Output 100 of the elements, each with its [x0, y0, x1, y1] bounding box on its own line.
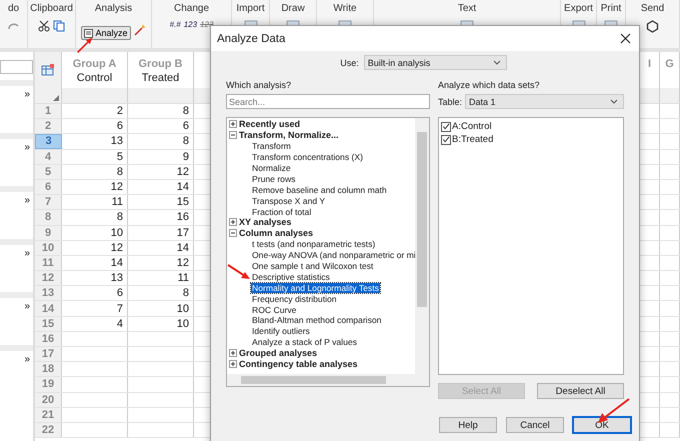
- tree-item[interactable]: One-way ANOVA (and nonparametric or mi: [251, 250, 417, 260]
- hexagon-icon[interactable]: [646, 20, 659, 33]
- tree-category[interactable]: Recently used: [239, 119, 300, 130]
- dataset-label: A:Control: [452, 121, 492, 132]
- table-dropdown[interactable]: Data 1: [465, 94, 624, 109]
- tree-category[interactable]: Contingency table analyses: [239, 359, 358, 370]
- ribbon-group-label: Text: [458, 3, 476, 14]
- tree-item[interactable]: Identify outliers: [251, 326, 311, 336]
- dataset-label: B:Treated: [452, 134, 494, 145]
- tree-item[interactable]: Normality and Lognormality Tests: [251, 282, 380, 293]
- tree-category[interactable]: Grouped analyses: [239, 348, 318, 358]
- table-cell: 6: [116, 287, 123, 300]
- checkbox[interactable]: [441, 134, 451, 144]
- expand-toggle[interactable]: »: [24, 89, 30, 101]
- number-format-icon[interactable]: #.#: [170, 20, 181, 29]
- tree-item[interactable]: Analyze a stack of P values: [251, 337, 358, 348]
- use-dropdown[interactable]: Built-in analysis: [364, 55, 507, 70]
- table-cell: 12: [176, 256, 189, 269]
- table-cell: 14: [176, 242, 189, 254]
- dialog-button[interactable]: Cancel: [506, 417, 564, 433]
- tree-item[interactable]: Bland-Altman method comparison: [251, 315, 382, 326]
- ribbon-group-label: Print: [600, 3, 622, 14]
- expand-toggle[interactable]: »: [24, 248, 30, 260]
- ribbon-group-label: Export: [564, 3, 593, 14]
- chevron-down-icon: [492, 60, 501, 65]
- tree-category[interactable]: Column analyses: [239, 228, 314, 238]
- search-field[interactable]: Search...: [226, 94, 430, 109]
- table-cell: 8: [182, 105, 189, 118]
- number-format-icon[interactable]: 123: [184, 20, 198, 29]
- table-cell: 15: [176, 196, 189, 208]
- tree-item[interactable]: t tests (and nonparametric tests): [251, 239, 376, 250]
- tree-item[interactable]: One sample t and Wilcoxon test: [251, 261, 374, 272]
- dialog-button[interactable]: Help: [439, 417, 497, 433]
- section-header-bar: [0, 292, 33, 298]
- table-cell: 10: [176, 302, 189, 315]
- tree-item[interactable]: Normalize: [251, 163, 292, 173]
- table-cell: 17: [176, 226, 189, 239]
- table-cell: 8: [182, 287, 189, 300]
- table-icon[interactable]: [41, 64, 55, 76]
- section-header-bar: [0, 345, 33, 351]
- tree-category[interactable]: Transform, Normalize...: [239, 130, 339, 140]
- tree-item[interactable]: Remove baseline and column math: [251, 184, 388, 195]
- ribbon-group-label: Change: [174, 3, 210, 14]
- section-header-bar: [0, 80, 33, 86]
- expand-toggle[interactable]: »: [24, 142, 30, 154]
- section-header-bar: [0, 186, 33, 192]
- tree-item[interactable]: ROC Curve: [251, 304, 298, 315]
- checkbox[interactable]: [441, 122, 451, 132]
- table-cell: 10: [110, 226, 123, 239]
- close-icon[interactable]: [620, 33, 631, 44]
- ribbon-group-label: Import: [236, 3, 265, 14]
- tree-item[interactable]: Transpose X and Y: [251, 196, 326, 206]
- tree-item[interactable]: Transform concentrations (X): [251, 152, 364, 162]
- tree-category[interactable]: XY analyses: [239, 217, 292, 228]
- column-title: G: [665, 58, 674, 70]
- expand-toggle[interactable]: »: [24, 195, 30, 207]
- deselect-all-button[interactable]: Deselect All: [537, 383, 624, 399]
- dialog-button[interactable]: OK: [573, 417, 631, 433]
- table-cell: 14: [176, 181, 189, 194]
- horizontal-scrollbar[interactable]: [227, 374, 429, 386]
- scissors-icon[interactable]: [38, 20, 50, 32]
- column-subtitle: Treated: [142, 72, 180, 84]
- expand-toggle[interactable]: »: [24, 301, 30, 313]
- corner-triangle-icon: [53, 95, 59, 101]
- tree-item[interactable]: Descriptive statistics: [251, 272, 331, 282]
- vertical-scrollbar[interactable]: [415, 118, 429, 374]
- expand-icon[interactable]: [229, 120, 237, 128]
- column-title: I: [648, 58, 652, 70]
- expand-toggle[interactable]: »: [24, 354, 30, 366]
- expand-icon[interactable]: [229, 349, 237, 358]
- table-cell: 5: [116, 150, 123, 163]
- collapse-icon[interactable]: [229, 131, 237, 140]
- table-cell: 16: [176, 211, 189, 224]
- use-label: Use:: [340, 58, 359, 68]
- tree-item[interactable]: Prune rows: [251, 174, 296, 184]
- table-cell: 9: [182, 150, 189, 163]
- tree-item[interactable]: Fraction of total: [251, 206, 312, 217]
- analyze-button[interactable]: Analyze: [81, 26, 131, 40]
- ribbon-group-label: Send: [640, 3, 664, 14]
- copy-icon[interactable]: [53, 20, 65, 32]
- section-header-bar: [0, 239, 33, 245]
- chevron-down-icon: [610, 99, 618, 104]
- tree-item[interactable]: Transform: [251, 141, 292, 152]
- ribbon-group-label: Clipboard: [30, 3, 73, 14]
- ribbon-group-label: Analysis: [94, 3, 132, 14]
- tree-item[interactable]: Frequency distribution: [251, 294, 338, 304]
- ribbon-group-label: Write: [333, 3, 357, 14]
- table-cell: 13: [110, 135, 123, 148]
- table-cell: 11: [112, 196, 123, 208]
- ribbon-group-label: do: [8, 3, 20, 14]
- column-title: Group A: [72, 58, 116, 70]
- table-cell: 12: [176, 166, 189, 178]
- wand-icon[interactable]: [134, 24, 146, 36]
- table-cell: 6: [116, 120, 123, 132]
- table-cell: 8: [182, 135, 189, 148]
- expand-icon[interactable]: [229, 360, 237, 368]
- collapse-icon[interactable]: [229, 229, 237, 238]
- arrow-annotation: [76, 36, 94, 54]
- expand-icon[interactable]: [229, 218, 237, 226]
- table-cell: 13: [110, 272, 123, 284]
